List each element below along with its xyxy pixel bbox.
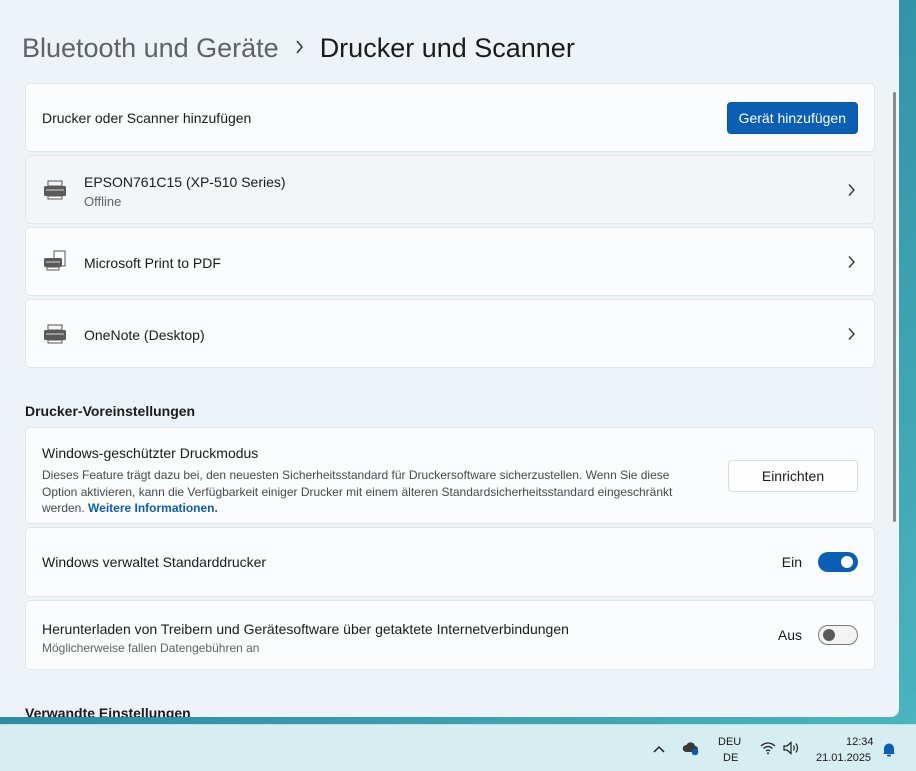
settings-window: Bluetooth und Geräte Drucker und Scanner… (0, 0, 899, 717)
setup-button[interactable]: Einrichten (728, 460, 858, 492)
printer-pdf-icon (42, 250, 68, 271)
scrollbar[interactable] (893, 92, 896, 522)
metered-toggle-group: Aus (778, 625, 858, 645)
printer-name: OneNote (Desktop) (84, 327, 205, 343)
section-title-preferences: Drucker-Voreinstellungen (25, 403, 196, 419)
add-device-button[interactable]: Gerät hinzufügen (726, 102, 858, 134)
page-title: Drucker und Scanner (319, 32, 575, 63)
printer-icon (42, 180, 68, 200)
default-printer-toggle[interactable] (818, 552, 858, 572)
speaker-icon[interactable] (783, 741, 801, 760)
breadcrumb-parent[interactable]: Bluetooth und Geräte (22, 33, 279, 64)
taskbar: DEU DE 12:34 21.01.2025 (0, 724, 916, 771)
more-info-link[interactable]: Weitere Informationen. (88, 501, 218, 515)
section-title-related: Verwandte Einstellungen (25, 705, 191, 717)
breadcrumb: Bluetooth und Geräte Drucker und Scanner (22, 30, 575, 66)
printer-item-pdf[interactable]: Microsoft Print to PDF (25, 227, 875, 296)
toggle-state-label: Aus (777, 627, 802, 643)
chevron-right-icon (846, 255, 856, 269)
default-printer-row: Windows verwaltet Standarddrucker Ein (25, 527, 875, 597)
toggle-knob (823, 629, 835, 641)
default-printer-label: Windows verwaltet Standarddrucker (42, 554, 267, 570)
chevron-right-icon (846, 183, 856, 197)
printer-item-epson[interactable]: EPSON761C15 (XP-510 Series) Offline (25, 155, 875, 224)
metered-download-toggle[interactable] (818, 625, 858, 645)
clock-time[interactable]: 12:34 (846, 736, 874, 748)
protected-mode-row: Windows-geschützter Druckmodus Dieses Fe… (25, 427, 875, 524)
printer-name: EPSON761C15 (XP-510 Series) (84, 174, 286, 190)
clock-date[interactable]: 21.01.2025 (816, 752, 871, 764)
printer-status: Offline (84, 194, 122, 209)
onedrive-cloud-icon[interactable] (682, 740, 700, 761)
breadcrumb-chevron-icon (295, 38, 304, 59)
metered-download-label: Herunterladen von Treibern und Gerätesof… (42, 621, 569, 637)
toggle-state-label: Ein (781, 554, 802, 570)
add-device-label: Drucker oder Scanner hinzufügen (42, 109, 252, 126)
chevron-up-icon[interactable] (652, 741, 666, 759)
language-indicator[interactable]: DEU (718, 736, 741, 748)
wifi-icon[interactable] (760, 741, 776, 760)
protected-mode-description: Dieses Feature trägt dazu bei, den neues… (42, 468, 673, 515)
metered-download-sub: Möglicherweise fallen Datengebühren an (42, 641, 260, 655)
printer-icon (42, 324, 68, 344)
printer-name: Microsoft Print to PDF (84, 255, 221, 271)
chevron-right-icon (846, 327, 856, 341)
add-device-row: Drucker oder Scanner hinzufügen Gerät hi… (25, 83, 875, 152)
printer-item-onenote[interactable]: OneNote (Desktop) (25, 299, 875, 368)
notification-bell-icon[interactable] (882, 742, 896, 762)
toggle-knob (841, 556, 853, 568)
protected-mode-label: Windows-geschützter Druckmodus (42, 445, 259, 461)
metered-download-row: Herunterladen von Treibern und Gerätesof… (25, 600, 875, 670)
keyboard-layout-indicator[interactable]: DE (723, 752, 738, 764)
default-printer-toggle-group: Ein (782, 552, 858, 572)
